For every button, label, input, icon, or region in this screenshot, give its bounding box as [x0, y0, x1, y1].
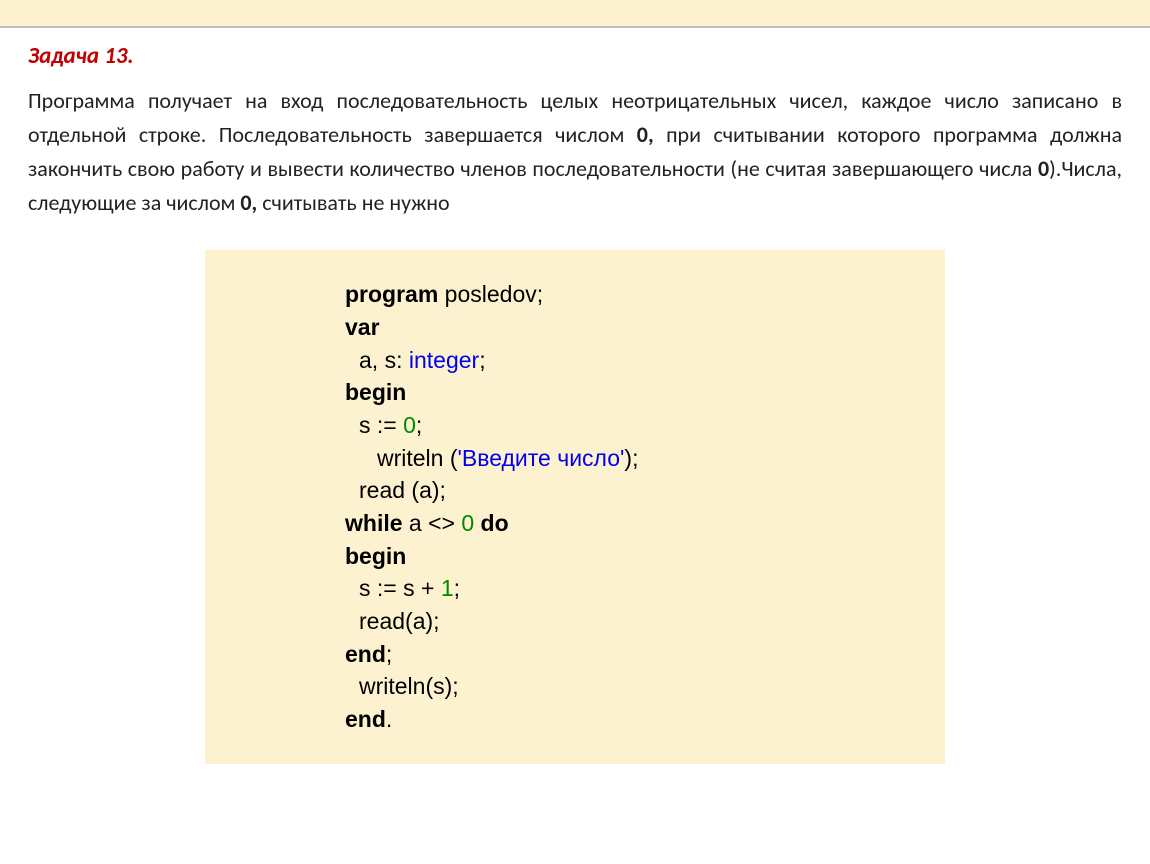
code-line: end;: [345, 638, 905, 671]
assign: s :=: [359, 412, 403, 438]
keyword-end: end: [345, 641, 386, 667]
semicolon: ;: [416, 412, 422, 438]
content-area: Задача 13. Программа получает на вход по…: [0, 28, 1150, 804]
code-line: while a <> 0 do: [345, 507, 905, 540]
string-literal: 'Введите число': [458, 445, 625, 471]
var-decl: a, s:: [359, 347, 409, 373]
dot: .: [386, 706, 392, 732]
code-line: var: [345, 311, 905, 344]
assign: s := s +: [359, 575, 441, 601]
code-line: s := s + 1;: [345, 572, 905, 605]
semicolon: ;: [479, 347, 485, 373]
top-banner: [0, 0, 1150, 28]
keyword-begin: begin: [345, 543, 406, 569]
number-literal: 1: [441, 575, 454, 601]
type-integer: integer: [409, 347, 479, 373]
code-line: read(a);: [345, 605, 905, 638]
code-line: program posledov;: [345, 278, 905, 311]
keyword-end: end: [345, 706, 386, 732]
read-call: read (a);: [359, 477, 446, 503]
number-literal: 0: [461, 510, 474, 536]
code-line: s := 0;: [345, 409, 905, 442]
read-call: read(a);: [359, 608, 440, 634]
code-line: begin: [345, 540, 905, 573]
desc-text: считывать не нужно: [257, 189, 449, 216]
program-name: posledov;: [438, 281, 543, 307]
keyword-begin: begin: [345, 379, 406, 405]
semicolon: ;: [386, 641, 392, 667]
code-line: read (a);: [345, 474, 905, 507]
code-line: end.: [345, 703, 905, 736]
code-block: program posledov; var a, s: integer; beg…: [205, 250, 945, 763]
semicolon: ;: [454, 575, 460, 601]
desc-bold: 0,: [240, 189, 257, 216]
writeln-call: writeln (: [377, 445, 458, 471]
keyword-program: program: [345, 281, 438, 307]
keyword-while: while: [345, 510, 403, 536]
keyword-do: do: [481, 510, 509, 536]
code-line: writeln(s);: [345, 670, 905, 703]
close-paren: );: [624, 445, 638, 471]
code-line: a, s: integer;: [345, 344, 905, 377]
while-cond: a <>: [403, 510, 462, 536]
task-description: Программа получает на вход последователь…: [28, 84, 1122, 220]
desc-bold: 0,: [637, 121, 654, 148]
task-title: Задача 13.: [28, 42, 1122, 70]
keyword-var: var: [345, 314, 380, 340]
code-line: writeln ('Введите число');: [345, 442, 905, 475]
writeln-call: writeln(s);: [359, 673, 459, 699]
code-line: begin: [345, 376, 905, 409]
number-literal: 0: [403, 412, 416, 438]
desc-bold: 0: [1038, 155, 1049, 182]
